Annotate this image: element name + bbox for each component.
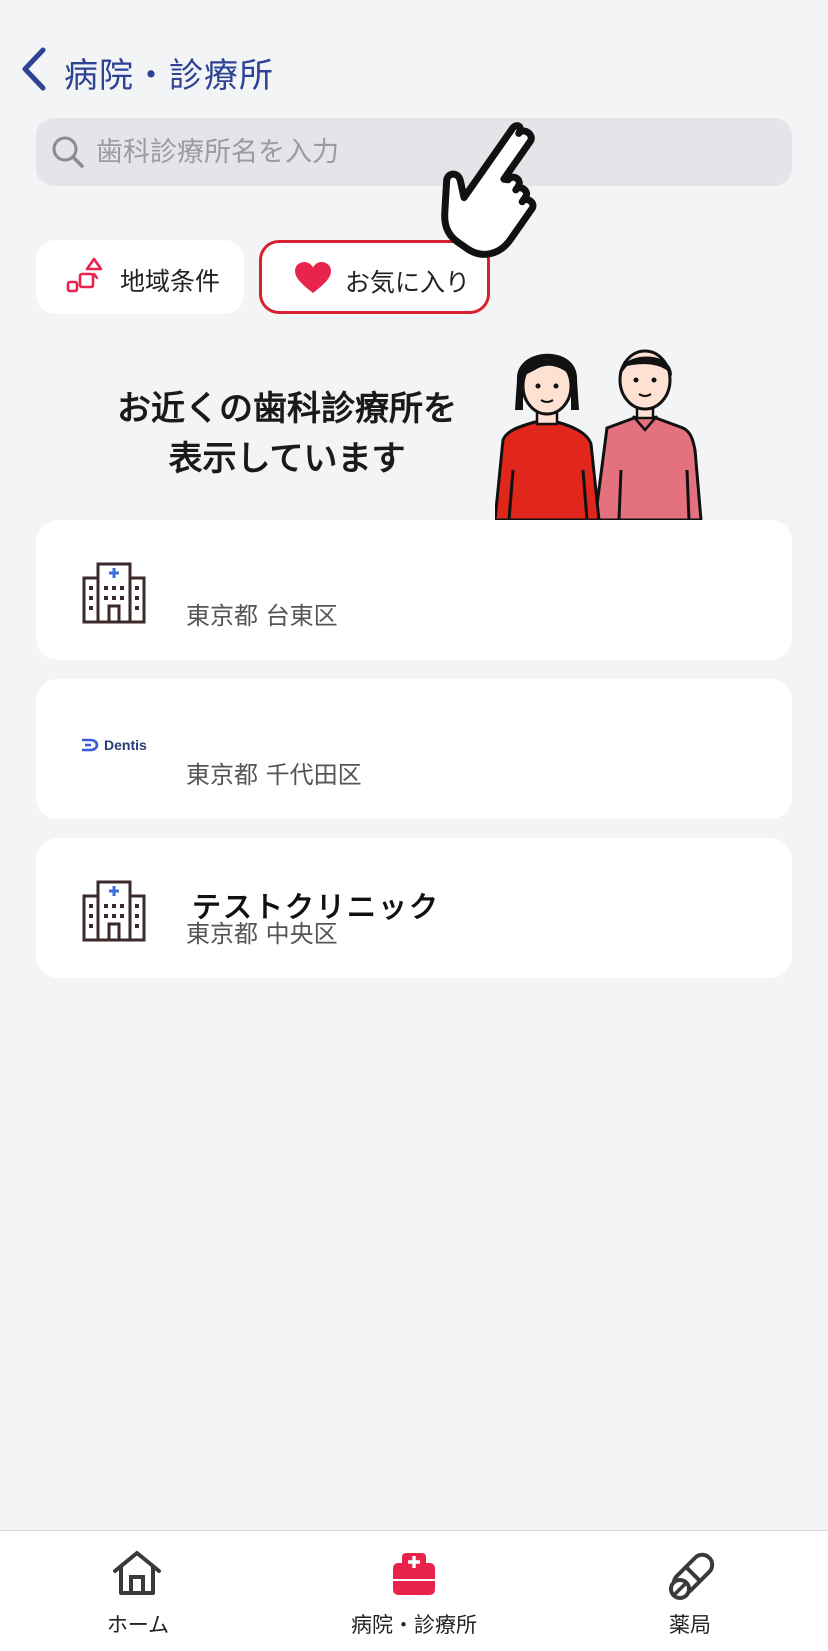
nav-home-label: ホーム xyxy=(106,1613,170,1637)
banner-line-2: 表示しています xyxy=(168,439,406,479)
back-button[interactable] xyxy=(16,44,50,94)
clinic-card[interactable]: 東京都 台東区 xyxy=(36,520,792,660)
hospital-building-icon xyxy=(82,562,146,624)
nav-hospital[interactable]: 病院・診療所 xyxy=(276,1531,552,1651)
bottom-navigation: ホーム 病院・診療所 薬局 xyxy=(0,1530,828,1651)
people-illustration xyxy=(495,349,703,520)
chevron-left-icon xyxy=(22,47,46,91)
nearby-banner-text: お近くの歯科診療所を 表示しています xyxy=(92,384,482,484)
pill-icon xyxy=(669,1552,715,1600)
clinic-card[interactable]: テストクリニック 東京都 中央区 xyxy=(36,838,792,978)
dentis-logo: Dentis xyxy=(80,737,147,753)
clinic-address: 東京都 台東区 xyxy=(186,602,338,630)
nav-home[interactable]: ホーム xyxy=(0,1531,276,1651)
clinic-card[interactable]: Dentis 東京都 千代田区 xyxy=(36,679,792,819)
region-filter-icon xyxy=(66,257,103,293)
page-title: 病院・診療所 xyxy=(64,56,274,96)
clinic-address: 東京都 中央区 xyxy=(186,920,338,948)
search-icon xyxy=(52,136,84,168)
hospital-building-icon xyxy=(82,880,146,942)
dentis-logo-mark-icon xyxy=(82,738,99,752)
clinic-address: 東京都 千代田区 xyxy=(186,761,362,789)
region-filter-button[interactable]: 地域条件 xyxy=(36,240,244,314)
nav-pharmacy-label: 薬局 xyxy=(669,1613,711,1637)
pointing-hand-icon xyxy=(441,122,537,258)
nav-pharmacy[interactable]: 薬局 xyxy=(552,1531,828,1651)
hospital-icon xyxy=(393,1553,435,1595)
banner-line-1: お近くの歯科診療所を xyxy=(117,389,457,429)
region-filter-label: 地域条件 xyxy=(120,267,221,296)
app-header: 病院・診療所 xyxy=(0,30,828,106)
dentis-logo-text: Dentis xyxy=(104,737,147,753)
heart-icon xyxy=(295,262,331,293)
search-bar[interactable] xyxy=(36,118,792,186)
nav-hospital-label: 病院・診療所 xyxy=(351,1613,477,1637)
home-icon xyxy=(113,1551,161,1595)
